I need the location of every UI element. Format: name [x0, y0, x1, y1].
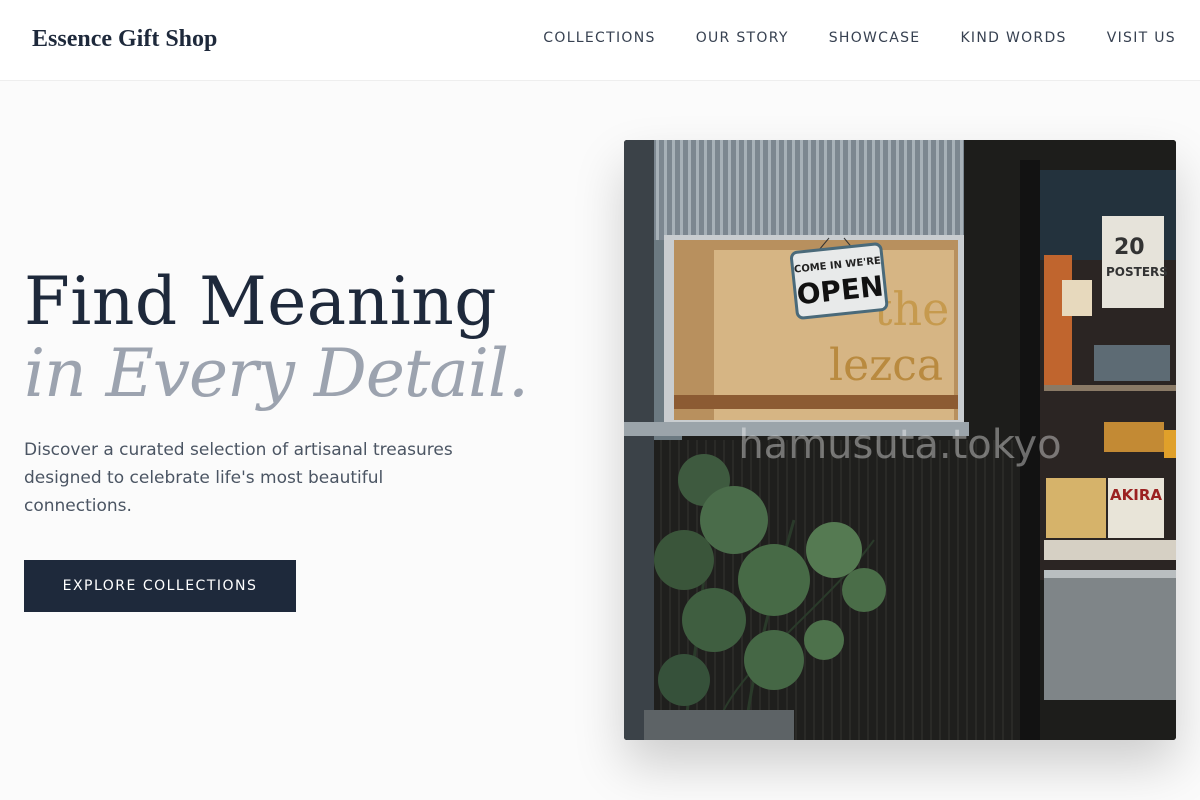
hero-description: Discover a curated selection of artisana…	[24, 440, 453, 516]
poster-word: POSTERS	[1106, 265, 1168, 279]
nav-visit-us[interactable]: VISIT US	[1107, 30, 1176, 46]
nav-collections[interactable]: COLLECTIONS	[543, 30, 655, 46]
hero-title-line-2: in Every Detail.	[24, 335, 529, 412]
poster: 20 POSTERS	[1102, 216, 1168, 308]
poster-number: 20	[1114, 235, 1145, 260]
nav-our-story[interactable]: OUR STORY	[696, 30, 789, 46]
svg-text:lezca: lezca	[829, 340, 943, 391]
hero-title: Find Meaning in Every Detail.	[24, 263, 529, 412]
book-word: AKIRA	[1110, 486, 1162, 504]
explore-collections-button[interactable]: EXPLORE COLLECTIONS	[24, 560, 296, 612]
nav-kind-words[interactable]: KIND WORDS	[960, 30, 1066, 46]
hero-title-line-1: Find Meaning	[24, 263, 497, 340]
site-header: Essence Gift Shop COLLECTIONS OUR STORY …	[0, 0, 1200, 81]
nav-showcase[interactable]: SHOWCASE	[829, 30, 921, 46]
hero-image: the lezca COME IN WE'RE OPEN 20 POSTERS	[624, 140, 1176, 740]
open-sign: COME IN WE'RE OPEN	[789, 237, 889, 320]
main-nav: COLLECTIONS OUR STORY SHOWCASE KIND WORD…	[503, 30, 1176, 46]
site-logo[interactable]: Essence Gift Shop	[32, 26, 217, 53]
book-cover: AKIRA	[1108, 478, 1164, 538]
image-watermark: hamusuta.tokyo	[738, 422, 1061, 468]
